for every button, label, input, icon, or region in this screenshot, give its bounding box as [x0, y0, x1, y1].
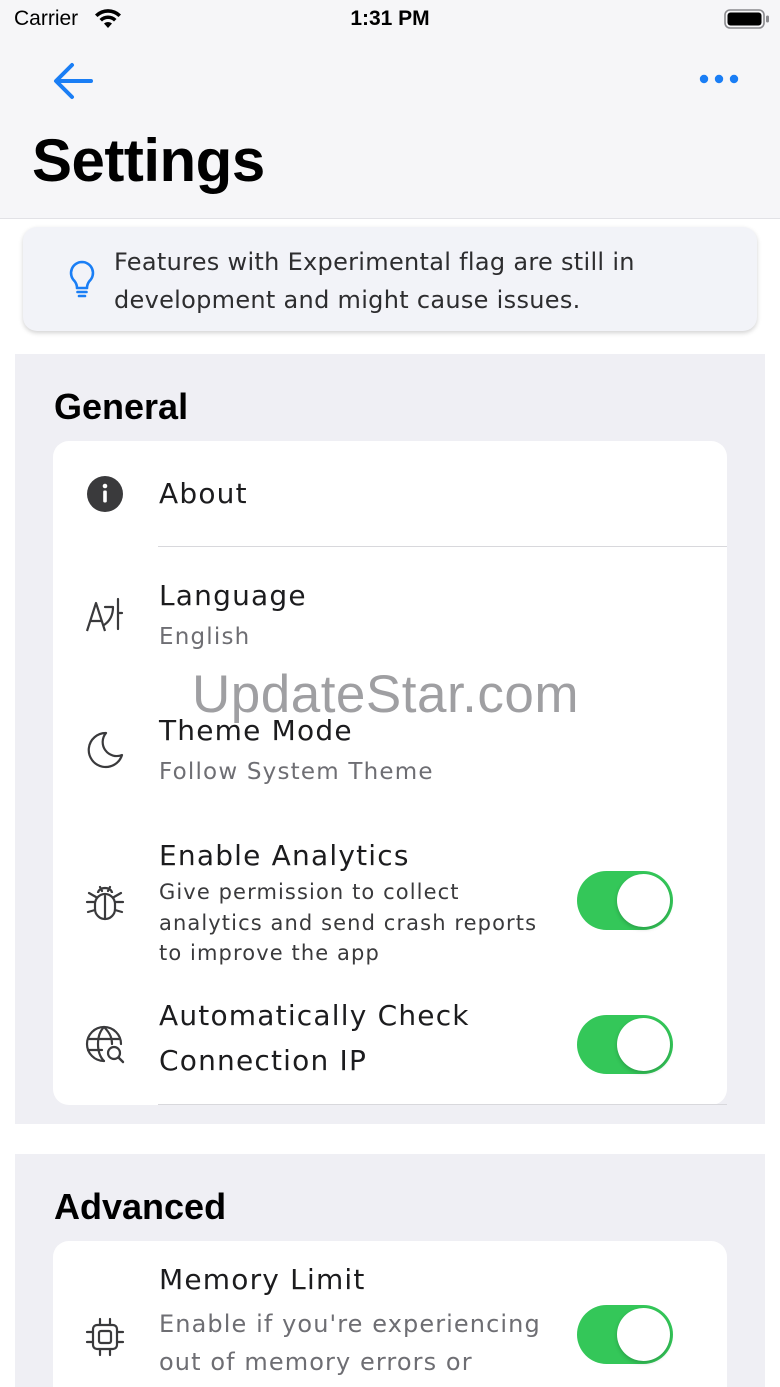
settings-item-about[interactable]: About	[53, 441, 727, 546]
auto-check-ip-label: Automatically Check Connection IP	[159, 999, 470, 1077]
arrow-left-icon	[54, 63, 93, 99]
section-title-advanced: Advanced	[54, 1186, 227, 1227]
language-icon	[85, 597, 124, 632]
settings-item-memory-limit[interactable]: Memory Limit Enable if you're experienci…	[53, 1241, 727, 1387]
bug-icon	[85, 885, 125, 921]
toggle-knob	[617, 1308, 670, 1361]
status-bar: Carrier 1:31 PM	[0, 0, 780, 40]
enable-analytics-description: Give permission to collect analytics and…	[159, 880, 538, 965]
chip-icon	[85, 1317, 125, 1357]
general-card: About Language English Theme Mode Follow…	[53, 441, 727, 1105]
settings-item-enable-analytics[interactable]: Enable Analytics Give permission to coll…	[53, 813, 727, 973]
page-title: Settings	[32, 127, 265, 194]
enable-analytics-toggle[interactable]	[577, 871, 673, 930]
enable-analytics-label: Enable Analytics	[159, 839, 410, 872]
moon-icon	[87, 731, 124, 769]
settings-item-language[interactable]: Language English	[53, 547, 727, 677]
back-button[interactable]	[48, 56, 98, 106]
watermark: UpdateStar.com	[192, 665, 580, 724]
general-section: General About Language English Theme Mod…	[15, 354, 765, 1124]
language-label: Language	[159, 579, 307, 612]
section-title-general: General	[54, 386, 189, 427]
battery-icon	[724, 9, 769, 29]
toggle-knob	[617, 874, 670, 927]
memory-limit-toggle[interactable]	[577, 1305, 673, 1364]
clock: 1:31 PM	[350, 7, 430, 30]
globe-search-icon	[85, 1025, 125, 1064]
about-label: About	[159, 477, 248, 510]
ellipsis-icon	[699, 74, 739, 84]
memory-limit-description: Enable if you're experiencing out of mem…	[159, 1310, 541, 1376]
experimental-info-banner: Features with Experimental flag are stil…	[23, 227, 757, 331]
settings-item-auto-check-ip[interactable]: Automatically Check Connection IP	[53, 973, 727, 1105]
navigation-bar: Settings	[0, 40, 780, 219]
toggle-knob	[617, 1018, 670, 1071]
memory-limit-label: Memory Limit	[159, 1263, 366, 1296]
auto-check-ip-toggle[interactable]	[577, 1015, 673, 1074]
language-value: English	[159, 624, 251, 650]
more-options-button[interactable]	[694, 64, 744, 94]
divider	[158, 1104, 727, 1105]
theme-mode-value: Follow System Theme	[159, 759, 434, 785]
advanced-section: Advanced Memory Limit Enable if you're e…	[15, 1154, 765, 1387]
lightbulb-icon	[69, 260, 95, 298]
advanced-card: Memory Limit Enable if you're experienci…	[53, 1241, 727, 1387]
info-circle-icon	[87, 476, 123, 512]
banner-text: Features with Experimental flag are stil…	[114, 248, 635, 314]
